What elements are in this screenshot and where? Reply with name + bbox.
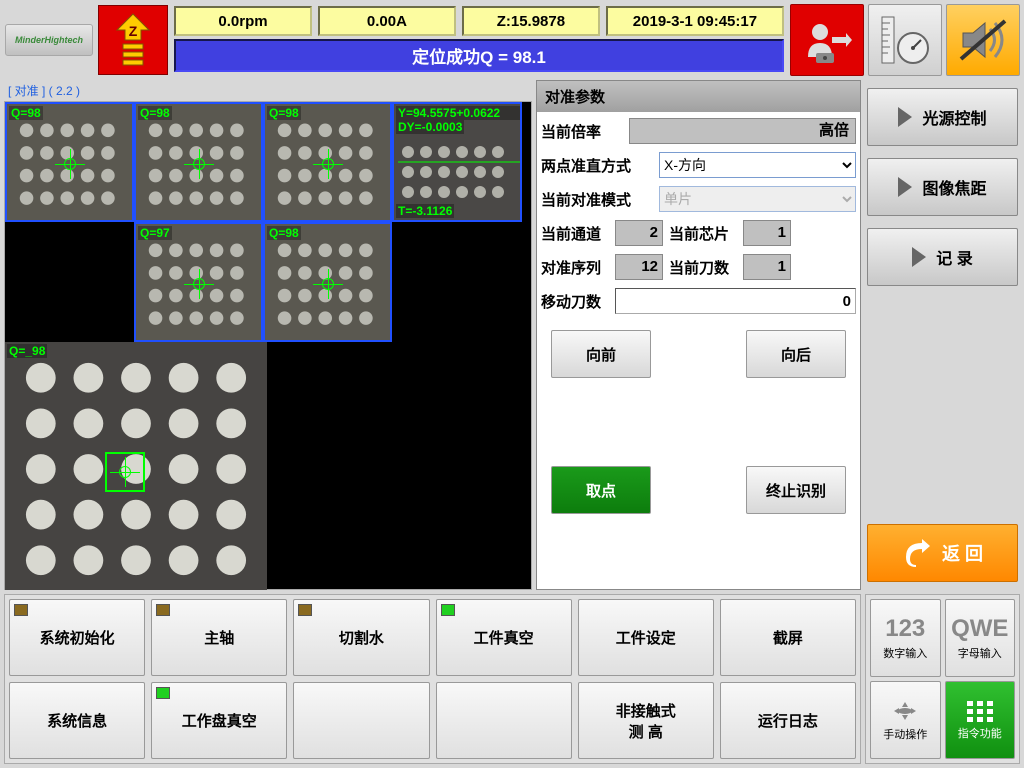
manual-button[interactable]: 手动操作 xyxy=(870,681,941,759)
mute-button[interactable] xyxy=(946,4,1020,76)
work-vacuum-button[interactable]: 工件真空 xyxy=(436,599,572,676)
status-banner: 定位成功Q = 98.1 xyxy=(174,39,784,72)
alpha-icon: QWE xyxy=(951,615,1008,643)
rpm-display: 0.0rpm xyxy=(174,6,312,36)
spindle-button[interactable]: 主轴 xyxy=(151,599,287,676)
noncontact-measure-button[interactable]: 非接触式 测 高 xyxy=(578,682,714,759)
amp-display: 0.00A xyxy=(318,6,456,36)
return-button[interactable]: 返 回 xyxy=(867,524,1018,582)
play-icon xyxy=(912,247,926,267)
chip-value: 1 xyxy=(743,220,791,246)
z-display: Z:15.9878 xyxy=(462,6,600,36)
numeric-icon: 123 xyxy=(885,615,925,643)
move-count-input[interactable] xyxy=(615,288,856,314)
focus-button[interactable]: 图像焦距 xyxy=(867,158,1018,216)
keypad-icon xyxy=(965,699,995,723)
play-icon xyxy=(898,107,912,127)
vision-area[interactable]: Q=98 Q=98 Q=98 Q=97 Q=98 xyxy=(4,101,532,590)
light-control-button[interactable]: 光源控制 xyxy=(867,88,1018,146)
sys-init-button[interactable]: 系统初始化 xyxy=(9,599,145,676)
alpha-input-button[interactable]: QWE字母输入 xyxy=(945,599,1016,677)
record-button[interactable]: 记 录 xyxy=(867,228,1018,286)
svg-text:Z: Z xyxy=(129,23,138,39)
user-logout-button[interactable] xyxy=(790,4,864,76)
play-icon xyxy=(898,177,912,197)
magnification-value: 高倍 xyxy=(629,118,856,144)
backward-button[interactable]: 向后 xyxy=(746,330,846,378)
forward-button[interactable]: 向前 xyxy=(551,330,651,378)
work-setting-button[interactable]: 工件设定 xyxy=(578,599,714,676)
cutting-water-button[interactable]: 切割水 xyxy=(293,599,429,676)
vision-tag: [ 对准 ] ( 2.2 ) xyxy=(4,80,532,101)
table-vacuum-button[interactable]: 工作盘真空 xyxy=(151,682,287,759)
direction-select[interactable]: X-方向 xyxy=(659,152,856,178)
sys-info-button[interactable]: 系统信息 xyxy=(9,682,145,759)
command-button[interactable]: 指令功能 xyxy=(945,681,1016,759)
mode-select: 单片 xyxy=(659,186,856,212)
z-home-button[interactable]: Z xyxy=(98,5,168,75)
sequence-value: 12 xyxy=(615,254,663,280)
joystick-icon xyxy=(890,698,920,724)
run-log-button[interactable]: 运行日志 xyxy=(720,682,856,759)
params-title: 对准参数 xyxy=(537,81,860,112)
empty-button[interactable] xyxy=(436,682,572,759)
footer-grid: 系统初始化 主轴 切割水 工件真空 工件设定 截屏 系统信息 工作盘真空 非接触… xyxy=(4,594,861,764)
measure-button[interactable] xyxy=(868,4,942,76)
return-icon xyxy=(902,539,932,567)
logo: MinderHightech xyxy=(4,4,94,76)
empty-button[interactable] xyxy=(293,682,429,759)
channel-value: 2 xyxy=(615,220,663,246)
knife-count-value: 1 xyxy=(743,254,791,280)
pick-point-button[interactable]: 取点 xyxy=(551,466,651,514)
numeric-input-button[interactable]: 123数字输入 xyxy=(870,599,941,677)
stop-recognition-button[interactable]: 终止识别 xyxy=(746,466,846,514)
screenshot-button[interactable]: 截屏 xyxy=(720,599,856,676)
datetime-display: 2019-3-1 09:45:17 xyxy=(606,6,784,36)
params-panel: 对准参数 当前倍率高倍 两点准直方式X-方向 当前对准模式单片 当前通道2当前芯… xyxy=(536,80,861,590)
